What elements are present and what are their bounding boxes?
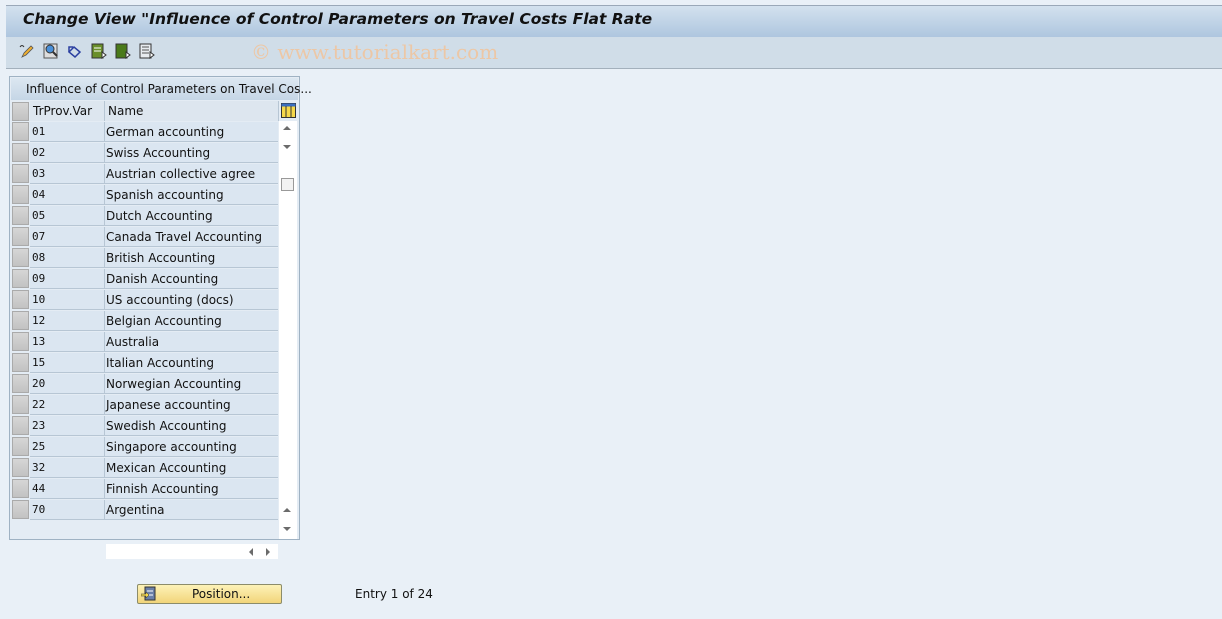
cell-name[interactable]: Belgian Accounting <box>105 311 278 331</box>
cell-name[interactable]: Japanese accounting <box>105 395 278 415</box>
cell-name[interactable]: Argentina <box>105 500 278 520</box>
column-header-name[interactable]: Name <box>105 101 279 121</box>
cell-trprov-var[interactable]: 20 <box>30 374 105 394</box>
cell-name[interactable]: Swiss Accounting <box>105 143 278 163</box>
table-title: Influence of Control Parameters on Trave… <box>11 78 312 100</box>
cell-name[interactable]: Austrian collective agree <box>105 164 278 184</box>
scroll-up-icon[interactable] <box>283 126 291 130</box>
column-header-trprov-var[interactable]: TrProv.Var <box>30 101 105 121</box>
position-icon <box>141 586 156 601</box>
cell-trprov-var[interactable]: 05 <box>30 206 105 226</box>
display-change-icon[interactable] <box>19 43 35 59</box>
column-config-icon[interactable] <box>281 103 296 118</box>
row-selector[interactable] <box>12 479 29 498</box>
cell-name[interactable]: Mexican Accounting <box>105 458 278 478</box>
scroll-page-up-icon[interactable] <box>283 508 291 512</box>
row-selector[interactable] <box>12 395 29 414</box>
cell-trprov-var[interactable]: 08 <box>30 248 105 268</box>
cell-trprov-var[interactable]: 04 <box>30 185 105 205</box>
row-selector[interactable] <box>12 374 29 393</box>
horizontal-scrollbar[interactable] <box>106 544 278 559</box>
cell-trprov-var[interactable]: 10 <box>30 290 105 310</box>
cell-trprov-var[interactable]: 23 <box>30 416 105 436</box>
cell-trprov-var[interactable]: 03 <box>30 164 105 184</box>
row-selector[interactable] <box>12 500 29 519</box>
select-all-icon[interactable] <box>91 43 107 59</box>
scroll-thumb[interactable] <box>281 178 294 191</box>
cell-trprov-var[interactable]: 22 <box>30 395 105 415</box>
table-control: Influence of Control Parameters on Trave… <box>9 76 312 559</box>
scroll-left-icon[interactable] <box>249 548 253 556</box>
row-selector[interactable] <box>12 437 29 456</box>
cell-trprov-var[interactable]: 13 <box>30 332 105 352</box>
title-bar: Change View "Influence of Control Parame… <box>6 5 1222 37</box>
cell-name[interactable]: Australia <box>105 332 278 352</box>
row-selector[interactable] <box>12 290 29 309</box>
vertical-scrollbar[interactable] <box>279 121 297 539</box>
cell-name[interactable]: Dutch Accounting <box>105 206 278 226</box>
undo-icon[interactable] <box>67 43 83 59</box>
row-selector[interactable] <box>12 416 29 435</box>
row-selector[interactable] <box>12 206 29 225</box>
position-button[interactable]: Position... <box>137 584 282 604</box>
cell-name[interactable]: Danish Accounting <box>105 269 278 289</box>
cell-name[interactable]: Finnish Accounting <box>105 479 278 499</box>
row-selector[interactable] <box>12 353 29 372</box>
cell-trprov-var[interactable]: 02 <box>30 143 105 163</box>
cell-trprov-var[interactable]: 25 <box>30 437 105 457</box>
cell-trprov-var[interactable]: 12 <box>30 311 105 331</box>
row-selector[interactable] <box>12 143 29 162</box>
row-selector[interactable] <box>12 227 29 246</box>
cell-trprov-var[interactable]: 01 <box>30 122 105 142</box>
cell-trprov-var[interactable]: 15 <box>30 353 105 373</box>
position-button-label: Position... <box>192 587 251 601</box>
cell-trprov-var[interactable]: 44 <box>30 479 105 499</box>
row-selector[interactable] <box>12 311 29 330</box>
scroll-right-icon[interactable] <box>266 548 270 556</box>
row-selector[interactable] <box>12 122 29 141</box>
row-selector[interactable] <box>12 269 29 288</box>
cell-name[interactable]: German accounting <box>105 122 278 142</box>
cell-name[interactable]: US accounting (docs) <box>105 290 278 310</box>
row-selector[interactable] <box>12 458 29 477</box>
watermark: © www.tutorialkart.com <box>251 40 499 64</box>
cell-name[interactable]: British Accounting <box>105 248 278 268</box>
row-selector[interactable] <box>12 332 29 351</box>
scroll-down-icon[interactable] <box>283 145 291 149</box>
row-selector[interactable] <box>12 164 29 183</box>
entry-counter: Entry 1 of 24 <box>355 587 433 601</box>
row-selector[interactable] <box>12 248 29 267</box>
cell-trprov-var[interactable]: 07 <box>30 227 105 247</box>
cell-name[interactable]: Italian Accounting <box>105 353 278 373</box>
cell-name[interactable]: Swedish Accounting <box>105 416 278 436</box>
cell-trprov-var[interactable]: 70 <box>30 500 105 520</box>
cell-name[interactable]: Singapore accounting <box>105 437 278 457</box>
details-icon[interactable] <box>43 43 59 59</box>
deselect-all-icon[interactable] <box>139 43 155 59</box>
row-selector[interactable] <box>12 185 29 204</box>
cell-name[interactable]: Spanish accounting <box>105 185 278 205</box>
application-toolbar: © www.tutorialkart.com <box>6 37 1222 69</box>
cell-trprov-var[interactable]: 09 <box>30 269 105 289</box>
cell-trprov-var[interactable]: 32 <box>30 458 105 478</box>
select-block-icon[interactable] <box>115 43 131 59</box>
cell-name[interactable]: Canada Travel Accounting <box>105 227 278 247</box>
cell-name[interactable]: Norwegian Accounting <box>105 374 278 394</box>
scroll-page-down-icon[interactable] <box>283 527 291 531</box>
page-title: Change View "Influence of Control Parame… <box>23 10 653 28</box>
select-all-rows-button[interactable] <box>12 102 29 121</box>
